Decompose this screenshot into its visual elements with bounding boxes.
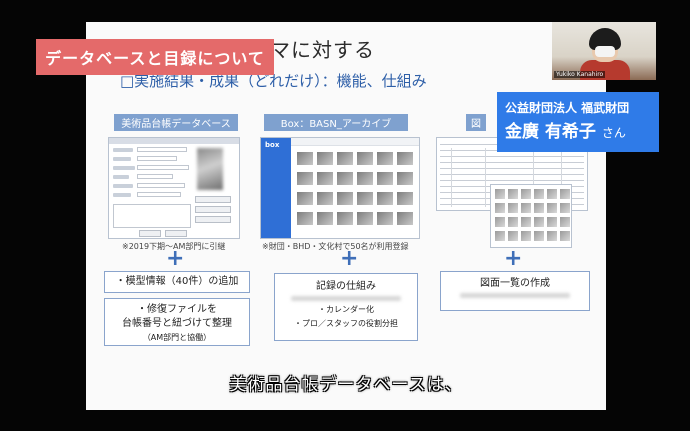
speaker-name: 金廣 有希子 [505, 122, 596, 142]
info-text-recording-title: 記録の仕組み [316, 281, 376, 292]
chapter-banner: データベースと目録について [36, 39, 274, 75]
plus-icon: + [504, 246, 523, 271]
box-logo: box [265, 141, 280, 149]
presentation-slide: マに対する □実施結果・成果（どれだけ）：機能、仕組み 美術品台帳データベース … [86, 22, 606, 410]
info-box-recording-system: 記録の仕組み ・カレンダー化 ・プロ／スタッフの役割分担 [274, 273, 418, 341]
column-label-database: 美術品台帳データベース [114, 114, 238, 131]
info-text-calendar: ・カレンダー化 [318, 305, 374, 314]
column-label-drawings: 図 [466, 114, 486, 131]
info-box-model-info: ・模型情報（40件）の追加 [104, 271, 250, 293]
info-text-restoration-1: ・修復ファイルを [137, 304, 217, 315]
info-text-roles: ・プロ／スタッフの役割分担 [294, 319, 398, 328]
info-text-restoration-3: （AM部門と協働） [142, 333, 212, 342]
info-text-model-info: ・模型情報（40件）の追加 [115, 276, 239, 287]
note-box-archive: ※財団・BHD・文化村で50名が利用登録 [262, 242, 409, 251]
drawing-thumbnails [490, 184, 572, 248]
column-label-box-archive: Box：BASN_アーカイブ [264, 114, 408, 131]
plus-icon: + [340, 246, 359, 271]
box-archive-screenshot: box [260, 137, 420, 239]
participant-video[interactable]: Yukiko Kanahiro [552, 22, 656, 80]
info-text-drawing-list: 図面一覧の作成 [480, 278, 550, 289]
speaker-name-card: 公益財団法人 福武財団 金廣 有希子 さん [497, 92, 659, 152]
speaker-honorific: さん [601, 126, 626, 140]
slide-title: マに対する [270, 38, 375, 62]
info-box-restoration: ・修復ファイルを 台帳番号と紐づけて整理 （AM部門と協働） [104, 298, 250, 346]
speaker-organization: 公益財団法人 福武財団 [505, 101, 630, 115]
plus-icon: + [166, 246, 185, 271]
database-screenshot [108, 137, 240, 239]
subtitle-caption: 美術品台帳データベースは、 [229, 375, 463, 395]
info-box-drawing-list: 図面一覧の作成 [440, 271, 590, 311]
speaker-name-line: 金廣 有希子 さん [505, 117, 626, 142]
participant-name: Yukiko Kanahiro [554, 71, 606, 78]
info-text-restoration-2: 台帳番号と紐づけて整理 [122, 318, 232, 329]
